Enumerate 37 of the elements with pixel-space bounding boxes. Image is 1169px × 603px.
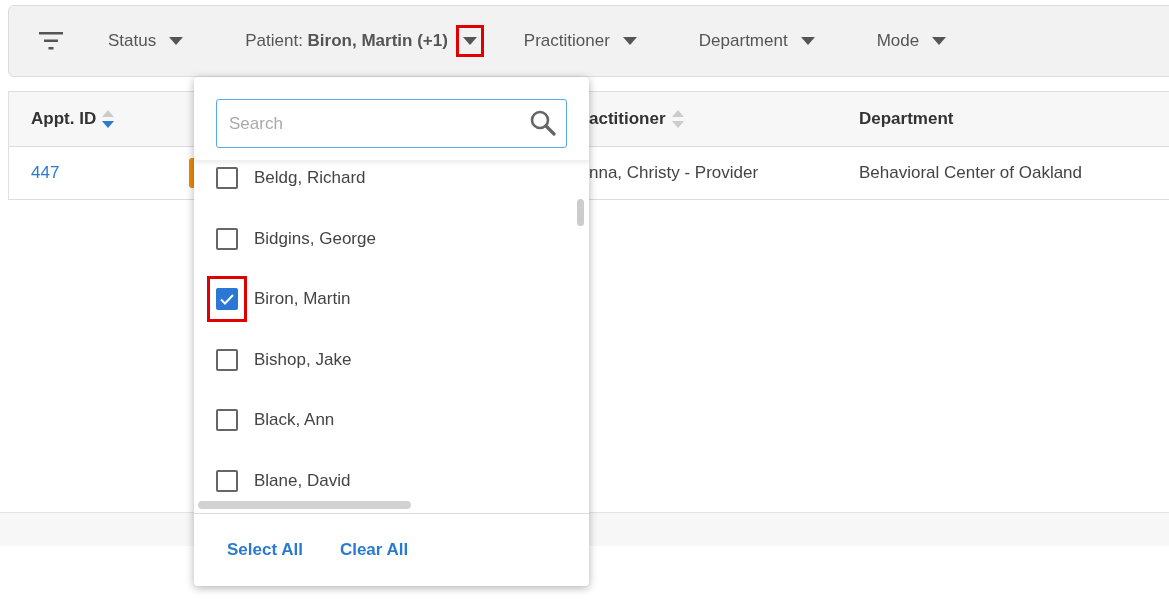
patient-name[interactable]: Black, Ann (254, 410, 335, 431)
scrollbar[interactable] (577, 199, 584, 226)
table-cell-text: Behavioral Center of Oakland (859, 163, 1084, 183)
column-header[interactable]: Appt. ID (31, 109, 97, 129)
filter-dropdown[interactable]: Department (698, 25, 822, 57)
checkbox[interactable] (216, 469, 238, 492)
filter-dropdown[interactable]: Patient: Biron, Martin (+1) (245, 25, 484, 57)
caret-icon (800, 37, 815, 45)
select-all-link[interactable]: Select All (227, 540, 303, 560)
clear-all-link[interactable]: Clear All (339, 540, 409, 560)
scrollbar[interactable] (198, 501, 411, 509)
filter-dropdown[interactable]: Practitioner (523, 25, 644, 57)
search-field[interactable]: Search (216, 99, 567, 148)
patient-name[interactable]: Biron, Martin (254, 289, 351, 310)
caret-icon (622, 37, 637, 45)
checkbox[interactable] (216, 348, 238, 371)
caret-icon (169, 37, 184, 45)
patient-name[interactable]: Blane, David (254, 470, 351, 491)
caret-icon (462, 37, 477, 45)
check-icon (220, 293, 234, 305)
caret-icon (932, 37, 947, 45)
search-icon (530, 110, 556, 136)
appointment-link[interactable]: 447 (9, 163, 189, 183)
filter-icon[interactable] (39, 32, 63, 50)
patient-name[interactable]: Bidgins, George (254, 228, 376, 249)
sort-icon[interactable] (102, 110, 115, 128)
filter-dropdown[interactable]: Status (108, 25, 191, 57)
filter-dropdown[interactable]: Mode (876, 25, 954, 57)
checkbox[interactable] (216, 409, 238, 432)
checkbox[interactable] (216, 227, 238, 250)
checkbox[interactable] (216, 288, 238, 311)
patient-name[interactable]: Bishop, Jake (254, 349, 352, 370)
patient-name[interactable]: Beldg, Richard (254, 168, 366, 189)
column-header[interactable]: Department (859, 109, 954, 129)
checkbox[interactable] (216, 167, 238, 190)
table-cell-text: nna, Christy - Provider (589, 163, 760, 183)
column-header[interactable]: actitioner (589, 109, 666, 129)
